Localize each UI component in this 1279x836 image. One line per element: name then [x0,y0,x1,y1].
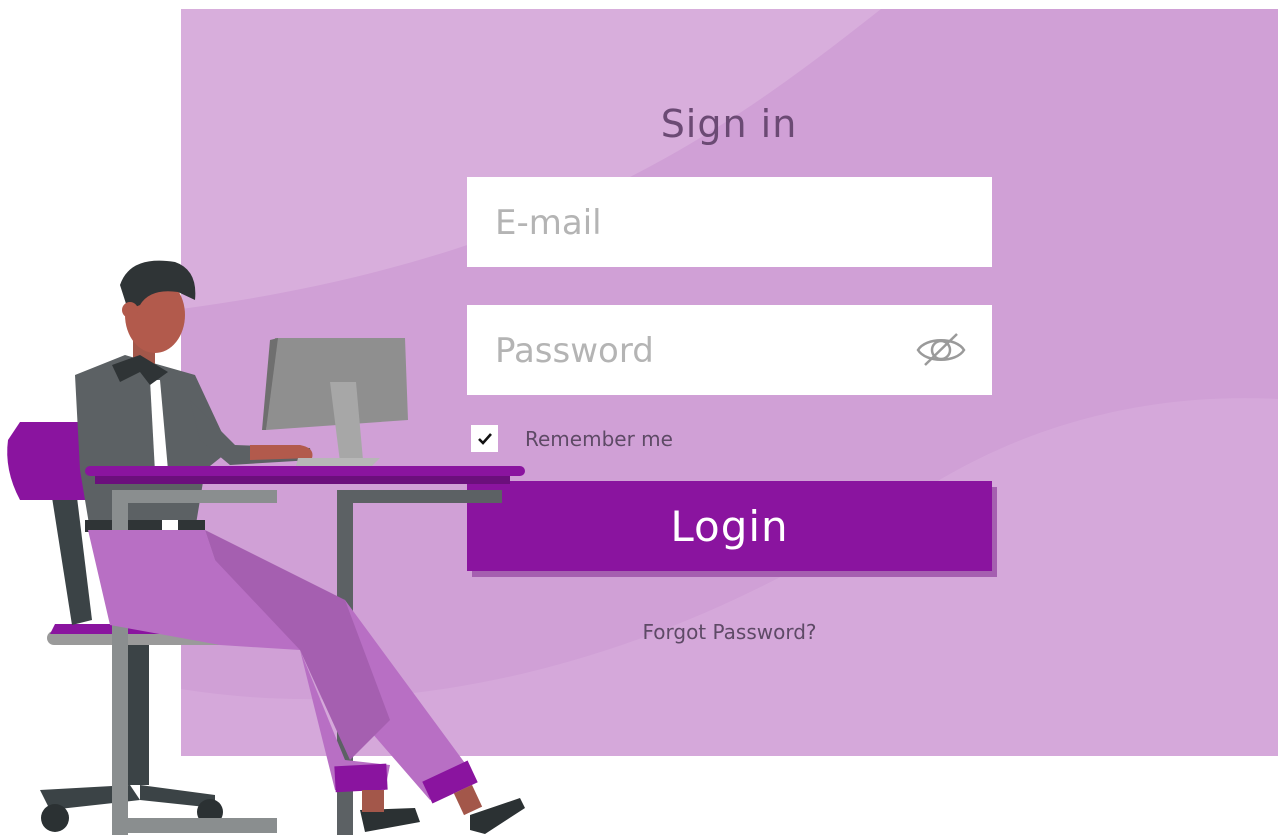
login-button[interactable]: Login [467,481,992,571]
email-input[interactable] [493,177,897,269]
man-working-at-desk-illustration [7,260,525,835]
password-field[interactable] [467,305,992,397]
email-field[interactable] [467,177,992,269]
password-input[interactable] [493,305,897,397]
forgot-password-link[interactable]: Forgot Password? [467,620,992,644]
remember-label: Remember me [525,426,673,451]
eye-slash-icon[interactable] [916,331,966,369]
page-title: Sign in [660,102,798,146]
